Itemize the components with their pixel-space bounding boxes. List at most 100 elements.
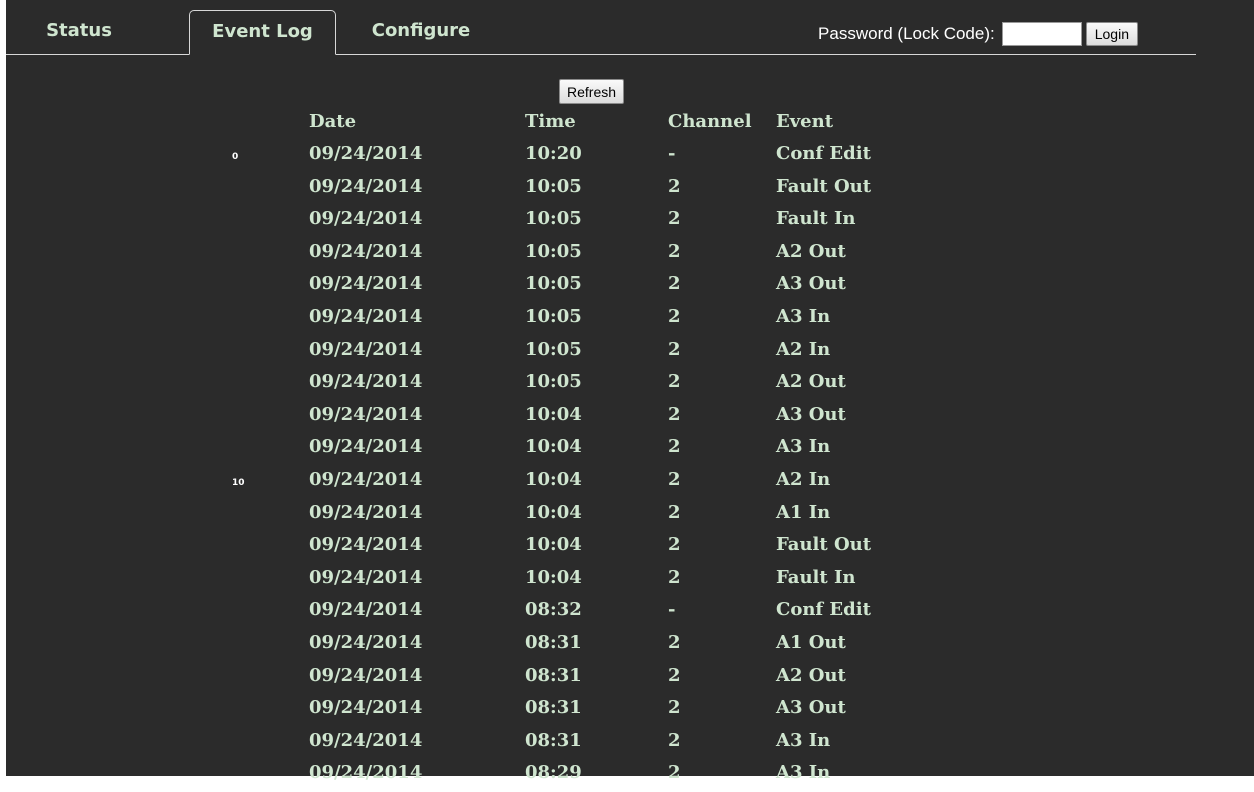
row-date: 09/24/2014: [309, 208, 423, 230]
table-row: 09/24/2014 10:04 2 Fault Out: [6, 531, 1196, 564]
row-date: 09/24/2014: [309, 762, 423, 784]
table-row: 10 09/24/2014 10:04 2 A2 In: [6, 466, 1196, 499]
table-row: 09/24/2014 10:05 2 Fault In: [6, 205, 1196, 238]
tab-configure[interactable]: Configure: [361, 10, 481, 54]
row-channel: 2: [668, 305, 681, 327]
table-row: 09/24/2014 10:05 2 A3 Out: [6, 270, 1196, 303]
row-date: 09/24/2014: [309, 664, 423, 686]
table-row: 09/24/2014 10:05 2 A2 Out: [6, 368, 1196, 401]
row-time: 08:31: [525, 664, 582, 686]
row-event: Conf Edit: [776, 599, 871, 621]
row-date: 09/24/2014: [309, 501, 423, 523]
row-event: A3 In: [776, 436, 831, 458]
row-channel: 2: [668, 729, 681, 751]
row-event: A3 Out: [776, 273, 846, 295]
tab-event-log[interactable]: Event Log: [189, 10, 336, 55]
row-channel: 2: [668, 436, 681, 458]
row-channel: 2: [668, 631, 681, 653]
row-time: 10:04: [525, 403, 582, 425]
row-channel: 2: [668, 697, 681, 719]
row-channel: 2: [668, 338, 681, 360]
row-channel: 2: [668, 208, 681, 230]
row-channel: 2: [668, 501, 681, 523]
row-index: 10: [232, 477, 245, 488]
row-channel: 2: [668, 762, 681, 784]
row-channel: 2: [668, 566, 681, 588]
table-row: 09/24/2014 08:31 2 A3 In: [6, 727, 1196, 760]
row-time: 10:05: [525, 371, 582, 393]
login-button[interactable]: Login: [1085, 22, 1138, 46]
password-label: Password (Lock Code):: [818, 24, 995, 43]
row-event: Fault In: [776, 208, 856, 230]
row-event: A2 In: [776, 468, 831, 490]
row-date: 09/24/2014: [309, 697, 423, 719]
row-date: 09/24/2014: [309, 273, 423, 295]
login-area: Password (Lock Code): Login: [818, 21, 1138, 47]
row-event: A3 In: [776, 729, 831, 751]
password-input[interactable]: [1001, 22, 1082, 46]
table-row: 09/24/2014 10:05 2 A2 In: [6, 336, 1196, 369]
row-time: 10:05: [525, 305, 582, 327]
header-channel: Channel: [668, 111, 752, 132]
row-channel: 2: [668, 403, 681, 425]
row-time: 10:20: [525, 143, 582, 164]
row-event: Fault In: [776, 566, 856, 588]
table-row: 09/24/2014 10:04 2 Fault In: [6, 564, 1196, 597]
row-date: 09/24/2014: [309, 599, 423, 621]
row-channel: 2: [668, 273, 681, 295]
row-channel: 2: [668, 468, 681, 490]
row-date: 09/24/2014: [309, 371, 423, 393]
row-channel: 2: [668, 371, 681, 393]
row-event: A2 Out: [776, 664, 846, 686]
event-log-page: Status Event Log Configure Password (Loc…: [6, 0, 1254, 783]
row-event: Fault Out: [776, 175, 872, 197]
header-date: Date: [309, 111, 357, 132]
row-date: 09/24/2014: [309, 338, 423, 360]
table-row: 09/24/2014 10:04 2 A3 In: [6, 433, 1196, 466]
row-time: 10:05: [525, 175, 582, 197]
table-row: 09/24/2014 10:05 2 A2 Out: [6, 238, 1196, 271]
header-time: Time: [525, 111, 576, 132]
event-log-table: Date Time Channel Event 0 09/24/2014 10:20…: [6, 110, 1196, 792]
refresh-button[interactable]: Refresh: [559, 79, 625, 104]
row-event: A2 Out: [776, 240, 846, 262]
row-channel: 2: [668, 664, 681, 686]
row-channel: 2: [668, 534, 681, 556]
table-header: Date Time Channel Event: [6, 110, 1196, 140]
table-row: 09/24/2014 10:04 2 A1 In: [6, 499, 1196, 532]
row-date: 09/24/2014: [309, 143, 423, 164]
row-time: 10:04: [525, 436, 582, 458]
row-time: 08:29: [525, 762, 582, 784]
row-time: 08:31: [525, 729, 582, 751]
row-date: 09/24/2014: [309, 631, 423, 653]
row-date: 09/24/2014: [309, 468, 423, 490]
table-row: 0 09/24/2014 10:20 - Conf Edit: [6, 140, 1196, 173]
row-event: Fault Out: [776, 534, 872, 556]
row-time: 10:04: [525, 566, 582, 588]
row-date: 09/24/2014: [309, 240, 423, 262]
tab-bar: Status Event Log Configure Password (Loc…: [6, 0, 1196, 55]
row-time: 08:32: [525, 599, 582, 621]
row-time: 10:04: [525, 501, 582, 523]
row-date: 09/24/2014: [309, 175, 423, 197]
tab-status[interactable]: Status: [34, 10, 124, 54]
row-event: A3 In: [776, 305, 831, 327]
table-row: 09/24/2014 08:32 - Conf Edit: [6, 596, 1196, 629]
row-event: A2 In: [776, 338, 831, 360]
row-event: A3 Out: [776, 403, 846, 425]
row-time: 10:05: [525, 240, 582, 262]
row-time: 10:04: [525, 468, 582, 490]
row-channel: 2: [668, 175, 681, 197]
table-row: 09/24/2014 08:31 2 A3 Out: [6, 694, 1196, 727]
table-row: 09/24/2014 10:05 2 A3 In: [6, 303, 1196, 336]
row-time: 10:05: [525, 208, 582, 230]
row-event: Conf Edit: [776, 143, 871, 164]
row-date: 09/24/2014: [309, 436, 423, 458]
row-index: 0: [232, 152, 239, 162]
row-event: A3 In: [776, 762, 831, 784]
table-row: 09/24/2014 10:04 2 A3 Out: [6, 401, 1196, 434]
row-channel: -: [668, 599, 676, 621]
row-event: A3 Out: [776, 697, 846, 719]
row-time: 10:05: [525, 273, 582, 295]
row-time: 10:05: [525, 338, 582, 360]
